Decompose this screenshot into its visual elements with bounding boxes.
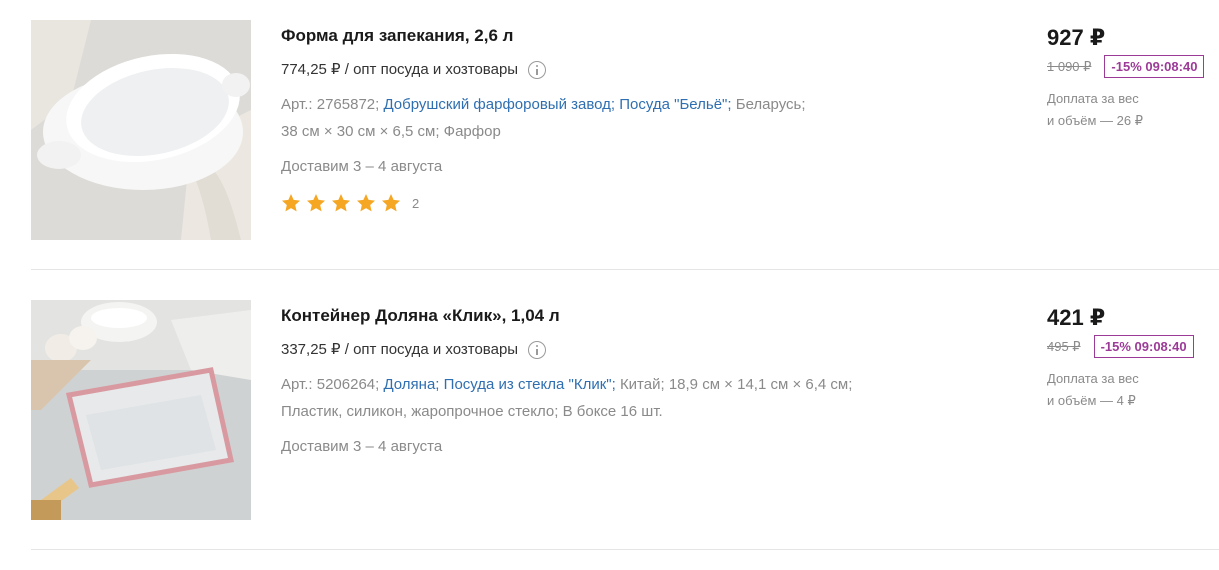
product-title[interactable]: Форма для запекания, 2,6 л (281, 25, 961, 47)
unit-price-row: 774,25 ₽ / опт посуда и хозтовары (281, 59, 961, 81)
divider (31, 269, 1219, 270)
specs-line-2: Пластик, силикон, жаропрочное стекло; В … (281, 403, 663, 420)
weight-surcharge: Доплата за вес и объём — 26 ₽ (1047, 88, 1219, 132)
unit-price: 774,25 ₽ / опт посуда и хозтовары (281, 61, 519, 78)
dimensions: 18,9 см × 14,1 см × 6,4 см; (668, 376, 853, 393)
star-icon (282, 194, 300, 212)
delivery-info: Доставим 3 – 4 августа (281, 158, 443, 175)
series-link[interactable]: Посуда "Бельё"; (619, 96, 731, 113)
discount-badge: -15% 09:08:40 (1104, 55, 1205, 78)
old-price: 1 090 ₽ (1047, 58, 1092, 74)
price-row: 495 ₽ -15% 09:08:40 (1047, 335, 1219, 358)
article-number: Арт.: 2765872; (281, 96, 380, 113)
star-icon (307, 194, 325, 212)
weight-surcharge: Доплата за вес и объём — 4 ₽ (1047, 368, 1219, 412)
review-count[interactable]: 2 (412, 196, 419, 211)
star-icon (332, 194, 350, 212)
info-icon[interactable] (528, 61, 547, 79)
product-specs: Арт.: 2765872; Добрушский фарфоровый зав… (281, 91, 961, 145)
product-title[interactable]: Контейнер Доляна «Клик», 1,04 л (281, 305, 961, 327)
unit-price: 337,25 ₽ / опт посуда и хозтовары (281, 341, 519, 358)
product-card: Форма для запекания, 2,6 л 774,25 ₽ / оп… (31, 20, 1219, 290)
surcharge-line-2: и объём — 4 ₽ (1047, 393, 1136, 408)
rating-stars[interactable]: 2 (281, 193, 961, 213)
surcharge-line-1: Доплата за вес (1047, 371, 1139, 386)
unit-price-row: 337,25 ₽ / опт посуда и хозтовары (281, 339, 961, 361)
price-row: 1 090 ₽ -15% 09:08:40 (1047, 55, 1219, 78)
country: Китай; (619, 376, 665, 393)
price-box: 421 ₽ 495 ₽ -15% 09:08:40 Доплата за вес… (1047, 300, 1219, 412)
product-image-container[interactable] (31, 300, 251, 520)
price-box: 927 ₽ 1 090 ₽ -15% 09:08:40 Доплата за в… (1047, 20, 1219, 132)
discount-badge: -15% 09:08:40 (1093, 335, 1194, 358)
article-number: Арт.: 5206264; (281, 376, 380, 393)
product-image-baking-dish[interactable] (31, 20, 251, 240)
star-icon (357, 194, 375, 212)
divider (31, 549, 1219, 550)
series-link[interactable]: Посуда из стекла "Клик"; (444, 376, 616, 393)
price: 421 ₽ (1047, 305, 1106, 330)
manufacturer-link[interactable]: Доляна; (383, 376, 439, 393)
price: 927 ₽ (1047, 25, 1106, 50)
surcharge-line-1: Доплата за вес (1047, 91, 1139, 106)
product-specs: Арт.: 5206264; Доляна; Посуда из стекла … (281, 371, 961, 425)
country: Беларусь; (735, 96, 806, 113)
specs-line-2: 38 см × 30 см × 6,5 см; Фарфор (281, 123, 501, 140)
product-info: Контейнер Доляна «Клик», 1,04 л 337,25 ₽… (281, 300, 961, 458)
info-icon[interactable] (528, 341, 547, 359)
surcharge-line-2: и объём — 26 ₽ (1047, 113, 1143, 128)
delivery-info: Доставим 3 – 4 августа (281, 438, 443, 455)
star-icon (382, 194, 400, 212)
manufacturer-link[interactable]: Добрушский фарфоровый завод; (383, 96, 615, 113)
product-card: Контейнер Доляна «Клик», 1,04 л 337,25 ₽… (31, 300, 1219, 570)
product-info: Форма для запекания, 2,6 л 774,25 ₽ / оп… (281, 20, 961, 213)
old-price: 495 ₽ (1047, 338, 1081, 354)
